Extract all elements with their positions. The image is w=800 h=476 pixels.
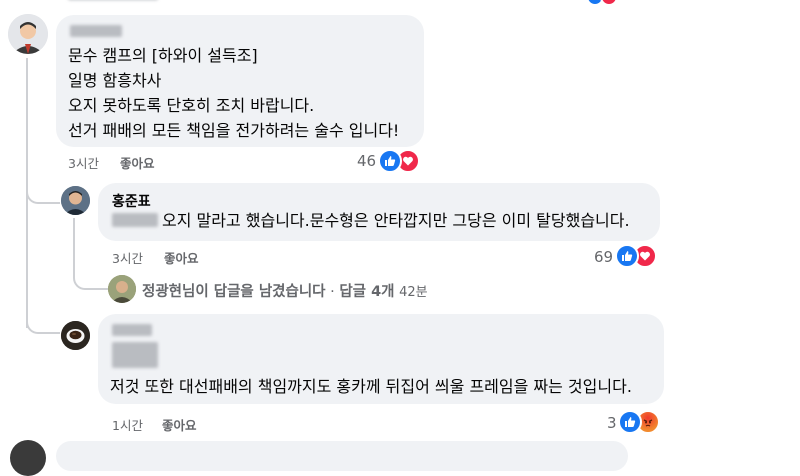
comment-author[interactable]: 홍준표 xyxy=(112,191,151,211)
reactions[interactable] xyxy=(378,149,422,173)
person-cartoon-icon xyxy=(8,14,48,54)
mention-redacted xyxy=(112,342,158,368)
mention-redacted xyxy=(112,213,158,227)
person-photo-icon xyxy=(61,186,90,215)
reply-time: 42분 xyxy=(399,285,428,300)
comment-time[interactable]: 3시간 xyxy=(68,153,99,172)
reaction-count[interactable]: 3 xyxy=(607,414,617,432)
person-photo-icon xyxy=(108,275,136,303)
thread-branch xyxy=(26,186,60,204)
author-name-redacted xyxy=(70,25,122,37)
like-button[interactable]: 좋아요 xyxy=(162,415,197,434)
comment-text: 오지 말라고 했습니다.문수형은 안타깝지만 그당은 이미 탈당했습니다. xyxy=(162,211,630,230)
thread-branch xyxy=(26,314,60,334)
comment-time[interactable]: 1시간 xyxy=(112,415,143,434)
avatar[interactable] xyxy=(10,440,46,476)
comment-text: 저것 또한 대선패배의 책임까지도 홍카께 뒤집어 씌울 프레임을 짜는 것입니… xyxy=(110,377,632,396)
like-button[interactable]: 좋아요 xyxy=(164,248,199,267)
comment-line: 일명 함흥차사 xyxy=(68,71,162,90)
reaction-count[interactable]: 46 xyxy=(357,152,376,170)
reactions[interactable] xyxy=(618,410,662,434)
comment-line: 선거 패배의 모든 책임을 전가하려는 술수 입니다! xyxy=(68,121,400,140)
avatar[interactable] xyxy=(61,321,90,350)
comment-line: 문수 캠프의 [하와이 설득조] xyxy=(68,46,258,65)
comment-time[interactable]: 3시간 xyxy=(112,248,143,267)
prev-reactions xyxy=(586,0,626,6)
author-name-redacted xyxy=(112,324,152,336)
reply-summary-text: 정광현님이 답글을 남겼습니다 xyxy=(142,284,326,300)
like-icon xyxy=(618,410,642,434)
reply-summary-link[interactable]: 정광현님이 답글을 남겼습니다 · 답글 4개 42분 xyxy=(142,280,428,301)
like-icon xyxy=(378,149,402,173)
avatar[interactable] xyxy=(61,186,90,215)
comment-line: 오지 못하도록 단호히 조치 바랍니다. xyxy=(68,96,315,115)
reaction-count[interactable]: 69 xyxy=(594,248,613,266)
comment-bubble: 문수 캠프의 [하와이 설득조] 일명 함흥차사 오지 못하도록 단호히 조치 … xyxy=(56,15,424,147)
like-icon xyxy=(615,244,639,268)
reply-count: 답글 4개 xyxy=(339,284,395,300)
comment-bubble: 홍준표 오지 말라고 했습니다.문수형은 안타깝지만 그당은 이미 탈당했습니다… xyxy=(98,183,660,241)
comment-bubble: 저것 또한 대선패배의 책임까지도 홍카께 뒤집어 씌울 프레임을 짜는 것입니… xyxy=(98,314,664,404)
avatar[interactable] xyxy=(108,275,136,303)
avatar[interactable] xyxy=(8,14,48,54)
coffee-cup-icon xyxy=(61,321,90,350)
separator: · xyxy=(330,284,335,300)
like-button[interactable]: 좋아요 xyxy=(120,153,155,172)
reactions[interactable] xyxy=(615,244,659,268)
prev-comment-remnant xyxy=(68,0,158,2)
